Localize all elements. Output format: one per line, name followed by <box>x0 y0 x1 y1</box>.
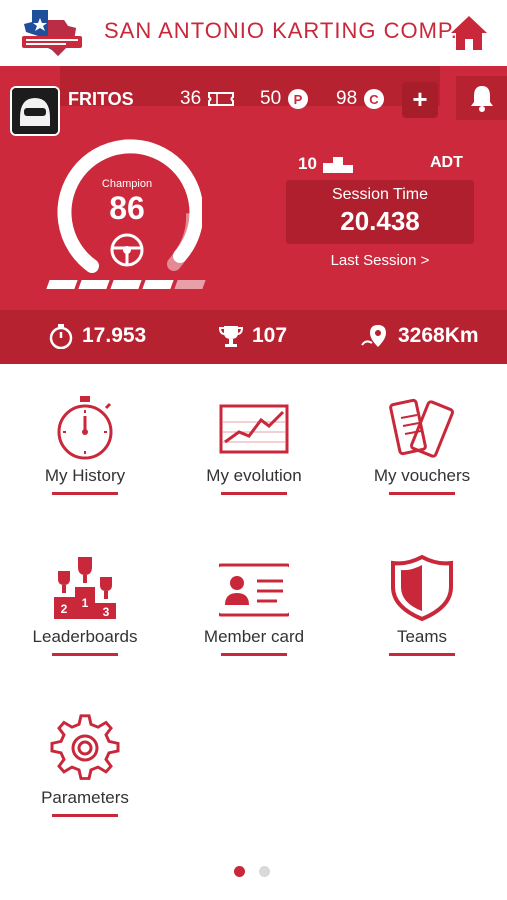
menu-underline <box>389 653 455 656</box>
podium-small-icon <box>322 157 353 173</box>
menu-label: Member card <box>203 627 305 646</box>
menu-teams[interactable]: Teams <box>347 553 497 693</box>
menu-label: My History <box>44 466 126 485</box>
level-value: 86 <box>109 190 145 226</box>
progress-segment <box>142 280 174 289</box>
credits-balance: 98 C <box>336 88 385 110</box>
bell-icon <box>471 86 493 112</box>
menu-label: My evolution <box>206 466 302 485</box>
progress-segment <box>174 280 206 289</box>
session-time-value: 20.438 <box>340 206 420 236</box>
top-bar: SAN ANTONIO KARTING COMP... <box>0 0 507 66</box>
progress-segment <box>46 280 78 289</box>
points-count: 50 <box>260 88 282 109</box>
distance-stat: 3268Km <box>360 323 479 349</box>
menu-member-card[interactable]: Member card <box>179 553 329 693</box>
rank-value: 10 <box>298 154 317 173</box>
page-indicator <box>234 866 270 877</box>
tickets-balance: 36 <box>180 88 235 110</box>
svg-text:C: C <box>369 92 379 107</box>
ticket-icon <box>208 92 235 106</box>
points-icon: P <box>288 89 309 109</box>
menu-label: My vouchers <box>373 466 471 485</box>
stopwatch-icon <box>57 396 113 460</box>
tickets-icon <box>389 398 455 458</box>
avatar[interactable] <box>10 86 60 136</box>
menu-underline <box>52 492 118 495</box>
page-dot-active[interactable] <box>234 866 245 877</box>
app-title: SAN ANTONIO KARTING COMP... <box>104 18 473 43</box>
chart-icon <box>219 404 289 454</box>
progress-segment <box>78 280 110 289</box>
points-balance: 50 P <box>260 88 309 110</box>
page-dot[interactable] <box>259 866 270 877</box>
menu-underline <box>52 653 118 656</box>
steering-wheel-icon <box>110 233 144 267</box>
profile-header: FRITOS 36 50 P 98 C + Champion 86 10 ADT… <box>0 66 507 364</box>
menu-underline <box>221 653 287 656</box>
session-time-box: Session Time 20.438 <box>286 180 474 244</box>
credits-icon: C <box>364 89 385 109</box>
svg-text:P: P <box>294 92 303 107</box>
logo <box>18 6 88 58</box>
last-session-link[interactable]: Last Session > <box>286 252 474 269</box>
stopwatch-icon <box>49 324 73 349</box>
podium-icon: 1 2 3 <box>54 557 116 619</box>
map-pin-icon <box>361 325 386 347</box>
stats-strip: 17.953 107 3268Km <box>0 310 507 364</box>
shield-icon <box>391 554 453 622</box>
menu-my-history[interactable]: My History <box>10 392 160 532</box>
session-time-label: Session Time <box>331 186 429 203</box>
notifications-button[interactable] <box>456 76 507 120</box>
menu-underline <box>389 492 455 495</box>
menu-label: Parameters <box>41 788 129 807</box>
distance-value: 3268Km <box>398 324 479 347</box>
rank-position: 10 <box>298 154 353 174</box>
svg-text:2: 2 <box>61 602 68 616</box>
menu-underline <box>221 492 287 495</box>
level-progress <box>46 280 206 289</box>
home-button[interactable] <box>448 12 490 54</box>
add-credits-button[interactable]: + <box>402 82 438 118</box>
trophy-icon <box>218 326 244 347</box>
level-label: Champion <box>101 178 153 190</box>
menu-my-vouchers[interactable]: My vouchers <box>347 392 497 532</box>
username: FRITOS <box>68 89 134 109</box>
best-time-stat: 17.953 <box>48 323 146 349</box>
menu-label: Teams <box>396 627 448 646</box>
helmet-icon <box>12 88 58 134</box>
tickets-count: 36 <box>180 88 202 109</box>
trophies-value: 107 <box>252 324 288 347</box>
menu-label: Leaderboards <box>32 627 138 646</box>
menu-my-evolution[interactable]: My evolution <box>179 392 329 532</box>
rank-code: ADT <box>430 154 463 171</box>
menu-leaderboards[interactable]: 1 2 3 Leaderboards <box>10 553 160 693</box>
home-icon <box>451 16 487 50</box>
menu-underline <box>52 814 118 817</box>
svg-text:3: 3 <box>103 605 110 619</box>
menu-parameters[interactable]: Parameters <box>10 714 160 854</box>
credits-count: 98 <box>336 88 358 109</box>
progress-segment <box>110 280 142 289</box>
best-time-value: 17.953 <box>82 324 147 347</box>
svg-text:1: 1 <box>82 596 89 610</box>
gear-icon <box>50 714 120 780</box>
trophies-stat: 107 <box>218 323 287 349</box>
id-card-icon <box>219 563 289 617</box>
